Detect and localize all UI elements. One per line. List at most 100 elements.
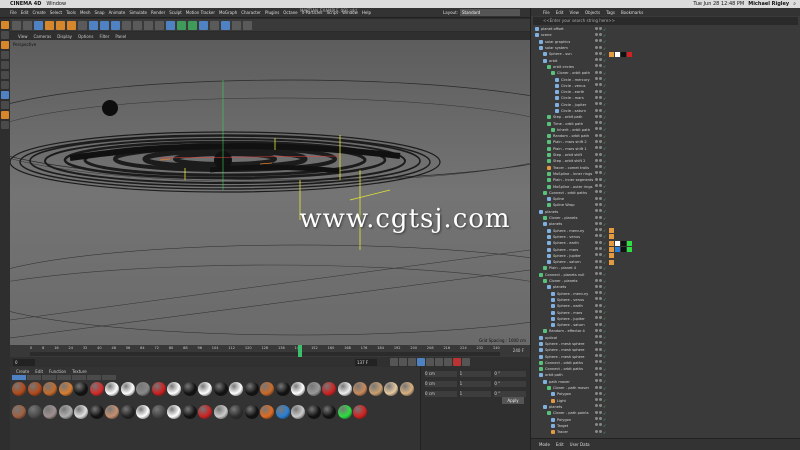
- camera-icon[interactable]: [232, 20, 241, 30]
- visibility-dot-icon[interactable]: [599, 184, 602, 188]
- visibility-dot-icon[interactable]: [595, 95, 598, 99]
- material-swatch[interactable]: [89, 405, 104, 419]
- visibility-flags[interactable]: ✓: [595, 165, 606, 170]
- material-tab[interactable]: [57, 375, 71, 380]
- visibility-dot-icon[interactable]: [599, 404, 602, 408]
- enabled-check-icon[interactable]: ✓: [603, 153, 606, 158]
- material-swatch[interactable]: [151, 405, 166, 419]
- enabled-check-icon[interactable]: ✓: [603, 373, 606, 378]
- visibility-dot-icon[interactable]: [599, 114, 602, 118]
- enabled-check-icon[interactable]: ✓: [603, 115, 606, 120]
- visibility-dot-icon[interactable]: [595, 158, 598, 162]
- visibility-dot-icon[interactable]: [595, 196, 598, 200]
- material-swatch[interactable]: [260, 405, 274, 419]
- enabled-check-icon[interactable]: ✓: [603, 52, 606, 57]
- scene-icon[interactable]: [221, 20, 230, 30]
- visibility-flags[interactable]: ✓: [595, 32, 606, 38]
- visibility-dot-icon[interactable]: [595, 190, 598, 194]
- visibility-dot-icon[interactable]: [599, 171, 602, 175]
- visibility-flags[interactable]: ✓: [595, 102, 606, 107]
- material-tab[interactable]: [72, 375, 86, 380]
- render-view-icon[interactable]: [133, 20, 142, 30]
- material-swatch[interactable]: [229, 405, 243, 419]
- menu-plugins[interactable]: Plugins: [265, 10, 279, 15]
- material-swatch[interactable]: [120, 405, 135, 419]
- visibility-dot-icon[interactable]: [599, 316, 602, 320]
- visibility-dot-icon[interactable]: [599, 253, 602, 257]
- visibility-dot-icon[interactable]: [595, 146, 598, 150]
- visibility-dot-icon[interactable]: [599, 228, 602, 232]
- autokey-icon[interactable]: [462, 358, 470, 366]
- rotate-icon[interactable]: [67, 20, 76, 30]
- visibility-dot-icon[interactable]: [595, 228, 598, 232]
- visibility-dot-icon[interactable]: [595, 32, 598, 36]
- visibility-flags[interactable]: ✓: [595, 391, 606, 397]
- visibility-flags[interactable]: ✓: [595, 221, 606, 227]
- enabled-check-icon[interactable]: ✓: [603, 329, 606, 334]
- render-to-picture-viewer-icon[interactable]: [144, 20, 153, 30]
- visibility-dot-icon[interactable]: [599, 133, 602, 137]
- material-swatch[interactable]: [12, 382, 26, 396]
- visibility-dot-icon[interactable]: [599, 102, 602, 106]
- enabled-check-icon[interactable]: ✓: [603, 165, 606, 170]
- material-swatch[interactable]: [105, 405, 119, 419]
- enabled-check-icon[interactable]: ✓: [603, 417, 606, 422]
- material-swatch[interactable]: [27, 382, 42, 396]
- visibility-dot-icon[interactable]: [595, 26, 598, 30]
- visibility-dot-icon[interactable]: [595, 121, 598, 125]
- visibility-dot-icon[interactable]: [599, 272, 602, 276]
- enabled-check-icon[interactable]: ✓: [603, 241, 606, 246]
- material-menu-create[interactable]: Create: [16, 369, 29, 374]
- visibility-dot-icon[interactable]: [595, 284, 598, 288]
- enabled-check-icon[interactable]: ✓: [603, 392, 606, 397]
- enabled-check-icon[interactable]: ✓: [603, 96, 606, 101]
- visibility-dot-icon[interactable]: [595, 372, 598, 376]
- visibility-dot-icon[interactable]: [599, 64, 602, 68]
- subdivision-icon[interactable]: [177, 20, 186, 30]
- current-frame-field[interactable]: 137 F: [355, 358, 377, 366]
- visibility-dot-icon[interactable]: [599, 423, 602, 427]
- rot-b-field[interactable]: 0 °: [494, 390, 527, 397]
- material-swatch[interactable]: [229, 382, 243, 396]
- enabled-check-icon[interactable]: ✓: [603, 64, 606, 69]
- visibility-flags[interactable]: ✓: [595, 240, 606, 246]
- material-swatch[interactable]: [136, 382, 150, 396]
- visibility-dot-icon[interactable]: [599, 39, 602, 43]
- visibility-dot-icon[interactable]: [599, 152, 602, 156]
- visibility-dot-icon[interactable]: [595, 39, 598, 43]
- visibility-flags[interactable]: ✓: [595, 278, 606, 284]
- visibility-flags[interactable]: ✓: [595, 284, 606, 290]
- polygons-mode-icon[interactable]: [1, 81, 9, 89]
- cube-icon[interactable]: [166, 20, 175, 30]
- visibility-dot-icon[interactable]: [599, 70, 602, 74]
- timeline-playhead[interactable]: [297, 345, 302, 357]
- visibility-dot-icon[interactable]: [599, 398, 602, 402]
- material-swatch[interactable]: [167, 405, 181, 419]
- material-swatch[interactable]: [353, 405, 367, 419]
- visibility-dot-icon[interactable]: [599, 265, 602, 269]
- enabled-check-icon[interactable]: ✓: [603, 121, 606, 126]
- visibility-flags[interactable]: ✓: [595, 316, 606, 321]
- y-axis-icon[interactable]: [100, 20, 109, 30]
- material-tab[interactable]: [27, 375, 41, 380]
- viewport-menu-cameras[interactable]: Cameras: [34, 34, 52, 39]
- enabled-check-icon[interactable]: ✓: [603, 316, 606, 321]
- visibility-dot-icon[interactable]: [599, 58, 602, 62]
- pos-z-field[interactable]: 0 cm: [425, 390, 457, 397]
- enabled-check-icon[interactable]: ✓: [603, 197, 606, 202]
- material-swatch[interactable]: [291, 405, 305, 419]
- visibility-dot-icon[interactable]: [599, 310, 602, 313]
- visibility-dot-icon[interactable]: [599, 32, 602, 36]
- visibility-flags[interactable]: ✓: [595, 70, 606, 76]
- material-swatch[interactable]: [322, 405, 336, 419]
- menu-animate[interactable]: Animate: [109, 10, 126, 15]
- enabled-check-icon[interactable]: ✓: [603, 77, 606, 82]
- tag-icon[interactable]: [621, 247, 626, 253]
- visibility-dot-icon[interactable]: [595, 247, 598, 251]
- visibility-flags[interactable]: ✓: [595, 310, 606, 315]
- visibility-dot-icon[interactable]: [595, 297, 598, 301]
- menu-render[interactable]: Render: [151, 10, 165, 15]
- enabled-check-icon[interactable]: ✓: [603, 253, 606, 258]
- visibility-dot-icon[interactable]: [599, 108, 602, 112]
- undo-icon[interactable]: [12, 20, 21, 30]
